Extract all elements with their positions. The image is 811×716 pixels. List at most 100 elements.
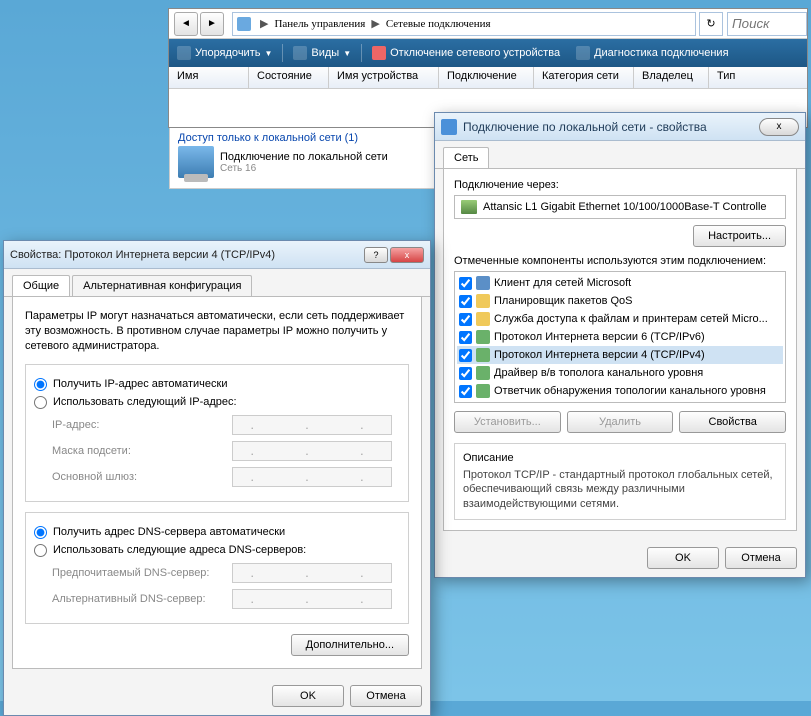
component-checkbox[interactable] [459,349,472,362]
refresh-button[interactable]: ↻ [699,12,723,36]
close-button[interactable]: x [759,118,799,136]
component-item[interactable]: Ответчик обнаружения топологии канальног… [457,382,783,400]
nav-forward-button[interactable]: ► [200,12,224,36]
network-icon [178,146,214,178]
dns-manual-label: Использовать следующие адреса DNS-сервер… [53,544,306,556]
connection-list: Доступ только к локальной сети (1) Подкл… [169,128,444,189]
disable-device-button[interactable]: Отключение сетевого устройства [364,39,568,67]
gateway-label: Основной шлюз: [52,471,232,483]
service-icon [476,294,490,308]
titlebar[interactable]: Свойства: Протокол Интернета версии 4 (T… [4,241,430,269]
connection-item[interactable]: Подключение по локальной сети Сеть 16 [178,146,435,178]
connect-via-label: Подключение через: [454,179,786,191]
mask-label: Маска подсети: [52,445,232,457]
explorer-window: ◄ ► ▶ Панель управления ▶ Сетевые подклю… [168,8,808,128]
component-checkbox[interactable] [459,277,472,290]
component-item[interactable]: Служба доступа к файлам и принтерам сете… [457,310,783,328]
component-checkbox[interactable] [459,331,472,344]
ok-button[interactable]: OK [647,547,719,569]
ip-auto-radio[interactable] [34,378,47,391]
nav-back-button[interactable]: ◄ [174,12,198,36]
ok-button[interactable]: OK [272,685,344,707]
help-button[interactable]: ? [364,247,388,263]
ipv4-properties-dialog: Свойства: Протокол Интернета версии 4 (T… [3,240,431,716]
ip-address-group: Получить IP-адрес автоматически Использо… [25,364,409,502]
dns-manual-radio[interactable] [34,544,47,557]
intro-text: Параметры IP могут назначаться автоматич… [25,309,409,354]
column-header[interactable]: Подключение [439,67,534,88]
protocol-icon [476,384,490,398]
component-item[interactable]: Драйвер в/в тополога канального уровня [457,364,783,382]
breadcrumb-item[interactable]: Панель управления [270,13,369,35]
diagnose-button[interactable]: Диагностика подключения [568,39,736,67]
properties-button[interactable]: Свойства [679,411,786,433]
breadcrumb[interactable]: ▶ Панель управления ▶ Сетевые подключени… [232,12,696,36]
dns-auto-label: Получить адрес DNS-сервера автоматически [53,526,285,538]
close-button[interactable]: x [390,247,424,263]
protocol-icon [476,330,490,344]
column-header[interactable]: Владелец [634,67,709,88]
organize-icon [177,46,191,60]
adapter-display: Attansic L1 Gigabit Ethernet 10/100/1000… [454,195,786,219]
connection-properties-dialog: Подключение по локальной сети - свойства… [434,112,806,578]
client-icon [476,276,490,290]
column-header[interactable]: Состояние [249,67,329,88]
dns1-label: Предпочитаемый DNS-сервер: [52,567,232,579]
titlebar[interactable]: Подключение по локальной сети - свойства… [435,113,805,141]
description-text: Протокол TCP/IP - стандартный протокол г… [463,468,777,511]
dialog-title: Подключение по локальной сети - свойства [463,120,759,134]
component-checkbox[interactable] [459,385,472,398]
dns-auto-radio[interactable] [34,526,47,539]
group-link[interactable]: Доступ только к локальной сети (1) [178,132,435,144]
component-item[interactable]: Клиент для сетей Microsoft [457,274,783,292]
column-header[interactable]: Тип [709,67,749,88]
description-header: Описание [463,452,777,464]
organize-button[interactable]: Упорядочить▼ [169,39,280,67]
dns-group: Получить адрес DNS-сервера автоматически… [25,512,409,624]
column-headers: Имя Состояние Имя устройства Подключение… [169,67,807,89]
component-checkbox[interactable] [459,367,472,380]
adapter-name: Attansic L1 Gigabit Ethernet 10/100/1000… [483,201,767,213]
components-label: Отмеченные компоненты используются этим … [454,255,786,267]
alternate-dns-input [232,589,392,609]
connection-network: Сеть 16 [220,163,388,174]
network-icon [441,119,457,135]
tab-general[interactable]: Общие [12,275,70,296]
column-header[interactable]: Категория сети [534,67,634,88]
connection-title: Подключение по локальной сети [220,151,388,163]
component-item-selected[interactable]: Протокол Интернета версии 4 (TCP/IPv4) [457,346,783,364]
ip-manual-radio[interactable] [34,396,47,409]
configure-button[interactable]: Настроить... [693,225,786,247]
protocol-icon [476,366,490,380]
gateway-input [232,467,392,487]
tab-alt-config[interactable]: Альтернативная конфигурация [72,275,252,296]
breadcrumb-item[interactable]: Сетевые подключения [382,13,495,35]
nic-icon [461,200,477,214]
address-bar: ◄ ► ▶ Панель управления ▶ Сетевые подклю… [169,9,807,39]
component-checkbox[interactable] [459,295,472,308]
column-header[interactable]: Имя [169,67,249,88]
component-item[interactable]: Протокол Интернета версии 6 (TCP/IPv6) [457,328,783,346]
toolbar: Упорядочить▼ Виды▼ Отключение сетевого у… [169,39,807,67]
component-checkbox[interactable] [459,313,472,326]
service-icon [476,312,490,326]
component-item[interactable]: Планировщик пакетов QoS [457,292,783,310]
column-header[interactable]: Имя устройства [329,67,439,88]
tab-network[interactable]: Сеть [443,147,489,168]
dns2-label: Альтернативный DNS-сервер: [52,593,232,605]
diagnose-icon [576,46,590,60]
ip-label: IP-адрес: [52,419,232,431]
components-list[interactable]: Клиент для сетей Microsoft Планировщик п… [454,271,786,403]
views-icon [293,46,307,60]
cancel-button[interactable]: Отмена [350,685,422,707]
advanced-button[interactable]: Дополнительно... [291,634,409,656]
search-input[interactable] [727,12,807,36]
preferred-dns-input [232,563,392,583]
views-button[interactable]: Виды▼ [285,39,359,67]
uninstall-button[interactable]: Удалить [567,411,674,433]
description-group: Описание Протокол TCP/IP - стандартный п… [454,443,786,520]
install-button[interactable]: Установить... [454,411,561,433]
subnet-mask-input [232,441,392,461]
cancel-button[interactable]: Отмена [725,547,797,569]
disable-icon [372,46,386,60]
